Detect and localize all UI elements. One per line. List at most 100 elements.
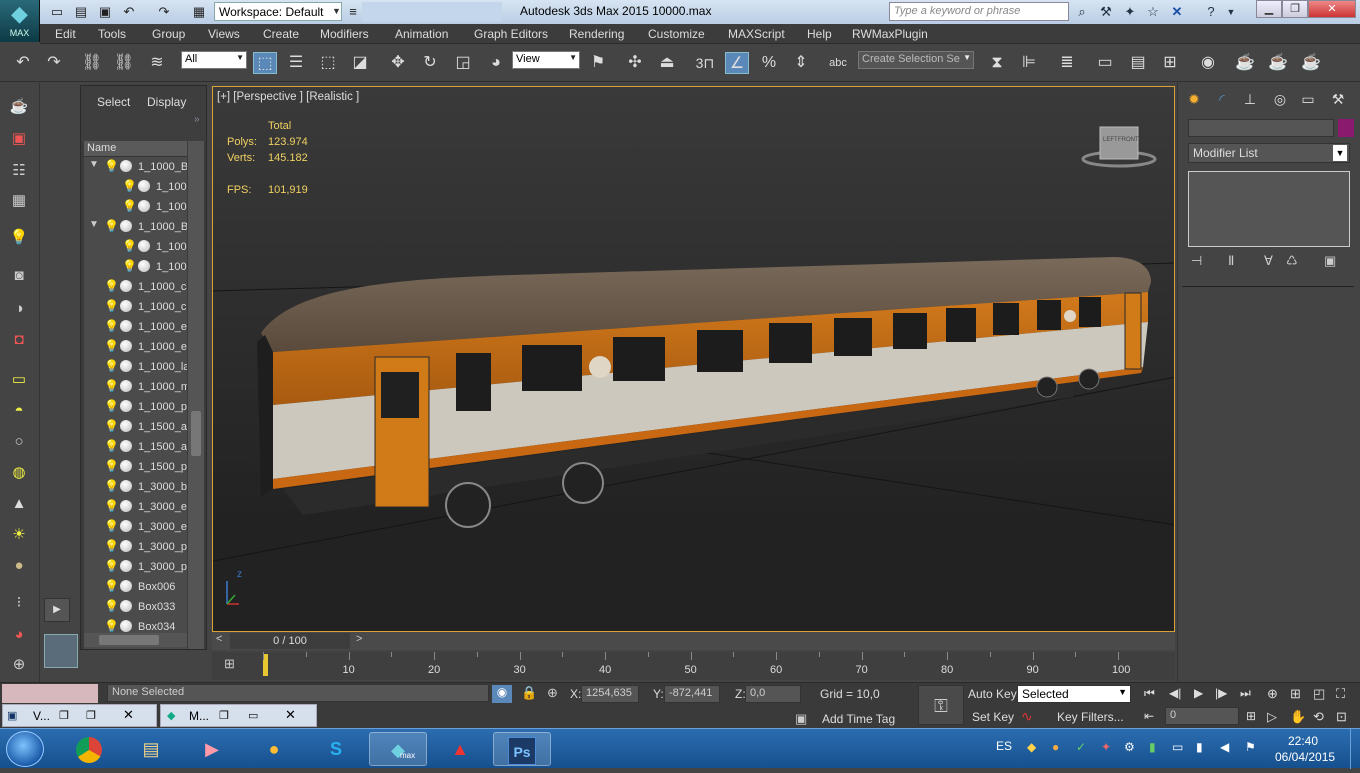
language-indicator[interactable]: ES (996, 739, 1012, 753)
list-item[interactable]: 💡 Box033 (84, 597, 187, 617)
camera-icon[interactable]: ◙ (6, 264, 32, 288)
axis-icon[interactable]: ⊕ (6, 653, 32, 677)
render-setup-icon[interactable]: ☕ (1233, 52, 1257, 74)
horizontal-scrollbar[interactable] (84, 633, 187, 647)
light-bulb-icon[interactable]: 💡 (104, 519, 119, 533)
expand-arrows-icon[interactable]: » (194, 114, 200, 125)
vertical-scrollbar[interactable] (188, 141, 204, 649)
tab-display[interactable]: Display (147, 95, 186, 109)
undo-icon[interactable]: ↶ (120, 3, 138, 21)
light-bulb-icon[interactable]: 💡 (104, 559, 119, 573)
list-item[interactable]: 💡 1_1000_la (84, 357, 187, 377)
light-bulb-icon[interactable]: 💡 (104, 159, 119, 173)
bind-space-warp-icon[interactable]: ≋ (145, 52, 169, 74)
align-icon[interactable]: ⊫ (1017, 52, 1041, 74)
light-bulb-icon[interactable]: 💡 (6, 226, 32, 250)
selection-filter-dropdown[interactable]: All ▼ (181, 51, 247, 69)
hierarchy-tab-icon[interactable]: ⊥ (1238, 88, 1262, 110)
list-item[interactable]: 💡 1_1000_cr (84, 297, 187, 317)
tray-icon-6[interactable]: ▮ (1149, 740, 1156, 754)
list-item[interactable]: 💡 Box006 (84, 577, 187, 597)
light-bulb-icon[interactable]: 💡 (104, 219, 119, 233)
render-production-icon[interactable]: ☕ (1299, 52, 1323, 74)
favorites-star-icon[interactable]: ☆ (1144, 3, 1162, 21)
light-bulb-icon[interactable]: 💡 (104, 619, 119, 633)
prev-frame-icon[interactable]: < (216, 633, 222, 645)
key-mode-toggle-icon[interactable]: ⇤ (1144, 709, 1154, 723)
default-tangent-icon[interactable]: ∿ (1021, 708, 1033, 725)
help-icon[interactable]: ? (1202, 3, 1220, 21)
photoshop-taskbar-icon[interactable]: Ps (493, 732, 551, 766)
light-bulb-icon[interactable]: 💡 (104, 399, 119, 413)
undo-icon[interactable]: ↶ (11, 52, 35, 74)
list-item[interactable]: ▼ 💡 1_1000_Bo (84, 217, 187, 237)
list-item[interactable]: 💡 1_1500_pl (84, 457, 187, 477)
select-link-icon[interactable]: ⛓ (80, 52, 104, 74)
layer-explorer-icon[interactable]: ≣ (1055, 52, 1079, 74)
light-bulb-icon[interactable]: 💡 (122, 179, 137, 193)
workspace-dropdown[interactable]: Workspace: Default (214, 2, 342, 21)
lock-selection-icon[interactable]: 🔒 (521, 685, 537, 701)
open-file-icon[interactable]: ▤ (72, 3, 90, 21)
menu-animation[interactable]: Animation (395, 27, 448, 41)
light-bulb-icon[interactable]: 💡 (104, 479, 119, 493)
tray-icon-7[interactable]: ▭ (1172, 740, 1183, 754)
z-coordinate-field[interactable]: 0,0 (745, 685, 801, 703)
pan-icon[interactable]: ✋ (1290, 709, 1306, 725)
key-mode-dropdown[interactable]: Selected ▼ (1017, 685, 1131, 703)
time-slider-thumb[interactable]: 0 / 100 (230, 633, 350, 649)
menu-create[interactable]: Create (263, 27, 299, 41)
snaps-toggle-icon[interactable]: 3⊓ (693, 52, 717, 74)
list-item[interactable]: 💡 1_1500_ac (84, 437, 187, 457)
pivot-center-icon[interactable]: ⚑ (586, 52, 610, 74)
media-player-taskbar-icon[interactable]: ▶ (183, 732, 241, 766)
sphere-icon[interactable]: ○ (6, 430, 32, 454)
time-configuration-icon[interactable]: ⊞ (1246, 709, 1256, 723)
network-icon[interactable]: ▮ (1196, 740, 1203, 754)
clock-time[interactable]: 22:40 (1288, 734, 1318, 748)
current-frame-field[interactable]: 0 (1165, 707, 1239, 725)
list-item[interactable]: ▼ 💡 1_1000_Bo (84, 157, 187, 177)
list-item[interactable]: 💡 1_3000_ba (84, 477, 187, 497)
new-file-icon[interactable]: ▭ (48, 3, 66, 21)
maximize-button[interactable]: ❐ (1282, 0, 1308, 18)
table-icon[interactable]: ▦ (6, 189, 32, 213)
key-filters-button[interactable]: Key Filters... (1057, 710, 1124, 724)
make-unique-icon[interactable]: ∀ (1264, 253, 1273, 269)
light-bulb-icon[interactable]: 💡 (104, 359, 119, 373)
unlink-icon[interactable]: ⛓ (112, 52, 136, 74)
list-item[interactable]: 💡 1_1000_ex (84, 337, 187, 357)
restore-icon[interactable]: ❐ (59, 709, 69, 722)
tray-icon-4[interactable]: ✦ (1101, 740, 1111, 754)
chevron-down-icon[interactable]: ▼ (331, 2, 342, 21)
scrollbar-thumb[interactable] (191, 411, 201, 456)
menu-help[interactable]: Help (807, 27, 832, 41)
maxscript-listener[interactable] (2, 684, 98, 703)
place-icon[interactable]: ◕ (484, 52, 508, 74)
set-key-mode-icon[interactable]: ⚿ (918, 685, 964, 725)
light-bulb-icon[interactable]: 💡 (104, 419, 119, 433)
list-item[interactable]: 💡 1_3000_er (84, 497, 187, 517)
list-item[interactable]: 💡 1_1000 (84, 197, 187, 217)
previous-key-icon[interactable]: ◀| (1169, 686, 1181, 700)
chrome-taskbar-icon[interactable] (60, 732, 118, 766)
angle-snap-icon[interactable]: ∠ (725, 52, 749, 74)
rotate-icon[interactable]: ↻ (418, 52, 442, 74)
help-dropdown-icon[interactable]: ▼ (1222, 3, 1240, 21)
browser-taskbar-icon[interactable]: ● (245, 732, 303, 766)
redo-icon[interactable]: ↷ (155, 3, 173, 21)
expand-triangle-icon[interactable]: ▼ (89, 159, 99, 170)
zoom-extents-icon[interactable]: ◰ (1313, 686, 1325, 702)
column-header-name[interactable]: Name (84, 141, 187, 157)
object-name-field[interactable] (1188, 119, 1334, 137)
modify-tab-icon[interactable]: ◜ (1210, 88, 1234, 110)
project-folder-icon[interactable]: ▦ (190, 3, 208, 21)
subscription-icon[interactable]: ⚒ (1097, 3, 1115, 21)
zoom-icon[interactable]: ⊕ (1267, 686, 1278, 702)
list-item[interactable]: 💡 1_1000_ex (84, 317, 187, 337)
menu-modifiers[interactable]: Modifiers (320, 27, 369, 41)
modifier-stack[interactable] (1188, 171, 1350, 247)
select-by-name-icon[interactable]: ☰ (284, 52, 308, 74)
time-slider[interactable]: < 0 / 100 > (212, 632, 1175, 650)
configure-modifier-sets-icon[interactable]: ▣ (1324, 253, 1336, 269)
